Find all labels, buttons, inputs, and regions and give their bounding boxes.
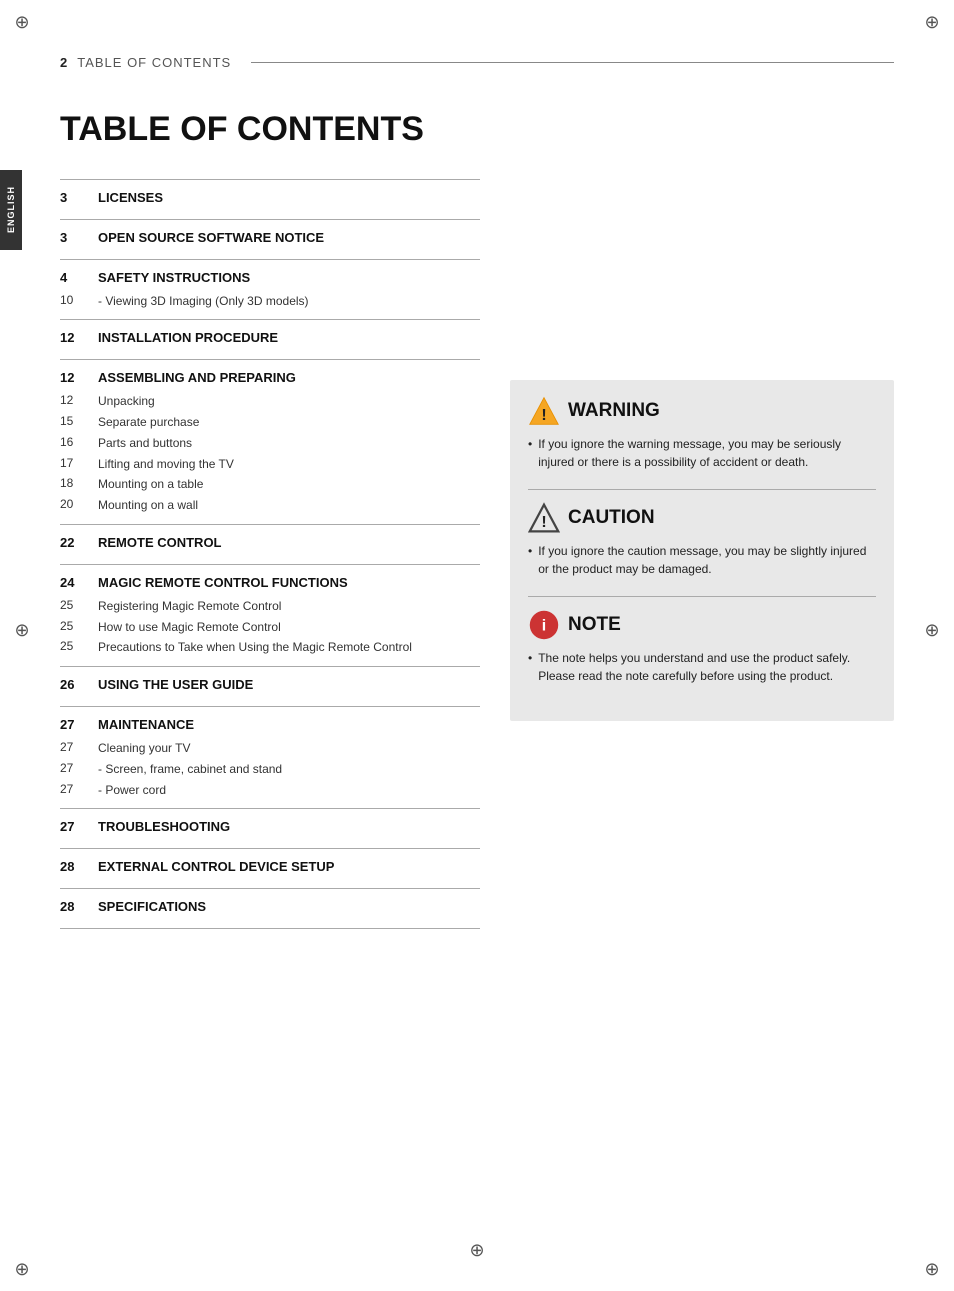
- toc-num-remote: 22: [60, 535, 88, 550]
- toc-heading-user-guide: USING THE USER GUIDE: [98, 677, 253, 694]
- toc-sub-assembling-2: 15 Separate purchase: [60, 412, 480, 433]
- header-divider: [251, 62, 894, 63]
- toc-sub-assembling-6: 20 Mounting on a wall: [60, 495, 480, 516]
- svg-text:!: !: [541, 514, 546, 531]
- warning-body-text: If you ignore the warning message, you m…: [538, 435, 876, 471]
- toc-sub-assembling-4: 17 Lifting and moving the TV: [60, 454, 480, 475]
- toc-heading-open-source: OPEN SOURCE SOFTWARE NOTICE: [98, 230, 324, 247]
- note-title: NOTE: [568, 614, 621, 636]
- toc-section-safety: 4 SAFETY INSTRUCTIONS 10 - Viewing 3D Im…: [60, 259, 480, 320]
- toc-num-magic-remote: 24: [60, 575, 88, 590]
- toc-section-remote: 22 REMOTE CONTROL: [60, 524, 480, 564]
- toc-heading-licenses: LICENSES: [98, 190, 163, 207]
- toc-section-assembling: 12 ASSEMBLING AND PREPARING 12 Unpacking…: [60, 359, 480, 524]
- caution-text: • If you ignore the caution message, you…: [528, 542, 876, 578]
- warning-box: ! WARNING • If you ignore the warning me…: [510, 380, 894, 721]
- caution-title: CAUTION: [568, 507, 655, 529]
- toc-sub-assembling-5: 18 Mounting on a table: [60, 474, 480, 495]
- toc-heading-troubleshooting: TROUBLESHOOTING: [98, 819, 230, 836]
- crosshair-bottom-center: ⊕: [469, 1240, 484, 1261]
- crosshair-top-right: ⊕: [922, 12, 942, 32]
- svg-text:!: !: [541, 407, 546, 424]
- toc-sub-magic-2: 25 How to use Magic Remote Control: [60, 617, 480, 638]
- toc-sub-maintenance-1: 27 Cleaning your TV: [60, 738, 480, 759]
- toc-sub-safety-1: 10 - Viewing 3D Imaging (Only 3D models): [60, 291, 480, 312]
- toc-heading-remote: REMOTE CONTROL: [98, 535, 222, 552]
- crosshair-mid-left: ⊕: [12, 620, 32, 640]
- toc-heading-specifications: SPECIFICATIONS: [98, 899, 206, 916]
- language-tab: ENGLISH: [0, 170, 22, 250]
- page-header: 2 TABLE OF CONTENTS: [0, 0, 954, 80]
- toc-heading-installation: INSTALLATION PROCEDURE: [98, 330, 278, 347]
- warning-icon: !: [528, 395, 560, 427]
- crosshair-bottom-left: ⊕: [12, 1259, 32, 1279]
- toc-main-title: TABLE OF CONTENTS: [60, 110, 480, 149]
- toc-sub-maintenance-2: 27 - Screen, frame, cabinet and stand: [60, 759, 480, 780]
- main-content: TABLE OF CONTENTS 3 LICENSES 3 OPEN SOUR…: [0, 80, 954, 949]
- toc-heading-maintenance: MAINTENANCE: [98, 717, 194, 734]
- toc-heading-magic-remote: MAGIC REMOTE CONTROL FUNCTIONS: [98, 575, 348, 592]
- toc-num-user-guide: 26: [60, 677, 88, 692]
- toc-sub-assembling-3: 16 Parts and buttons: [60, 433, 480, 454]
- toc-section-installation: 12 INSTALLATION PROCEDURE: [60, 319, 480, 359]
- note-section: i NOTE • The note helps you understand a…: [528, 609, 876, 685]
- note-title-row: i NOTE: [528, 609, 876, 641]
- toc-num-maintenance: 27: [60, 717, 88, 732]
- caution-note-divider: [528, 596, 876, 597]
- caution-section: ! CAUTION • If you ignore the caution me…: [528, 502, 876, 578]
- toc-section-magic-remote: 24 MAGIC REMOTE CONTROL FUNCTIONS 25 Reg…: [60, 564, 480, 666]
- toc-section-external-control: 28 EXTERNAL CONTROL DEVICE SETUP: [60, 848, 480, 888]
- toc-num-assembling: 12: [60, 370, 88, 385]
- toc-section-troubleshooting: 27 TROUBLESHOOTING: [60, 808, 480, 848]
- crosshair-bottom-right: ⊕: [922, 1259, 942, 1279]
- toc-heading-external-control: EXTERNAL CONTROL DEVICE SETUP: [98, 859, 334, 876]
- toc-section-maintenance: 27 MAINTENANCE 27 Cleaning your TV 27 - …: [60, 706, 480, 808]
- toc-sub-assembling-1: 12 Unpacking: [60, 391, 480, 412]
- caution-title-row: ! CAUTION: [528, 502, 876, 534]
- toc-heading-safety: SAFETY INSTRUCTIONS: [98, 270, 250, 287]
- svg-text:i: i: [542, 617, 546, 634]
- note-icon: i: [528, 609, 560, 641]
- toc-num-troubleshooting: 27: [60, 819, 88, 834]
- note-text: • The note helps you understand and use …: [528, 649, 876, 685]
- toc-sub-maintenance-3: 27 - Power cord: [60, 780, 480, 801]
- toc-section-specifications: 28 SPECIFICATIONS: [60, 888, 480, 929]
- toc-section-user-guide: 26 USING THE USER GUIDE: [60, 666, 480, 706]
- toc-column: TABLE OF CONTENTS 3 LICENSES 3 OPEN SOUR…: [60, 100, 480, 929]
- page: ⊕ ⊕ ⊕ ⊕ ⊕ ⊕ ⊕ ENGLISH 2 TABLE OF CONTENT…: [0, 0, 954, 1291]
- header-page-number: 2: [60, 55, 67, 70]
- toc-section-open-source: 3 OPEN SOURCE SOFTWARE NOTICE: [60, 219, 480, 259]
- crosshair-mid-right: ⊕: [922, 620, 942, 640]
- warning-title: WARNING: [568, 400, 660, 422]
- crosshair-top-left: ⊕: [12, 12, 32, 32]
- warning-section: ! WARNING • If you ignore the warning me…: [528, 395, 876, 471]
- warning-column: ! WARNING • If you ignore the warning me…: [510, 100, 894, 929]
- toc-num-installation: 12: [60, 330, 88, 345]
- header-title: TABLE OF CONTENTS: [77, 55, 231, 70]
- toc-num-licenses: 3: [60, 190, 88, 205]
- language-tab-label: ENGLISH: [6, 186, 16, 233]
- warning-title-row: ! WARNING: [528, 395, 876, 427]
- warning-caution-divider: [528, 489, 876, 490]
- caution-icon: !: [528, 502, 560, 534]
- note-body-text: The note helps you understand and use th…: [538, 649, 876, 685]
- caution-body-text: If you ignore the caution message, you m…: [538, 542, 876, 578]
- toc-sub-magic-1: 25 Registering Magic Remote Control: [60, 596, 480, 617]
- toc-heading-assembling: ASSEMBLING AND PREPARING: [98, 370, 296, 387]
- toc-num-safety: 4: [60, 270, 88, 285]
- toc-sub-magic-3: 25 Precautions to Take when Using the Ma…: [60, 637, 480, 658]
- toc-num-specifications: 28: [60, 899, 88, 914]
- toc-num-open-source: 3: [60, 230, 88, 245]
- toc-num-external-control: 28: [60, 859, 88, 874]
- warning-text: • If you ignore the warning message, you…: [528, 435, 876, 471]
- toc-section-licenses: 3 LICENSES: [60, 179, 480, 219]
